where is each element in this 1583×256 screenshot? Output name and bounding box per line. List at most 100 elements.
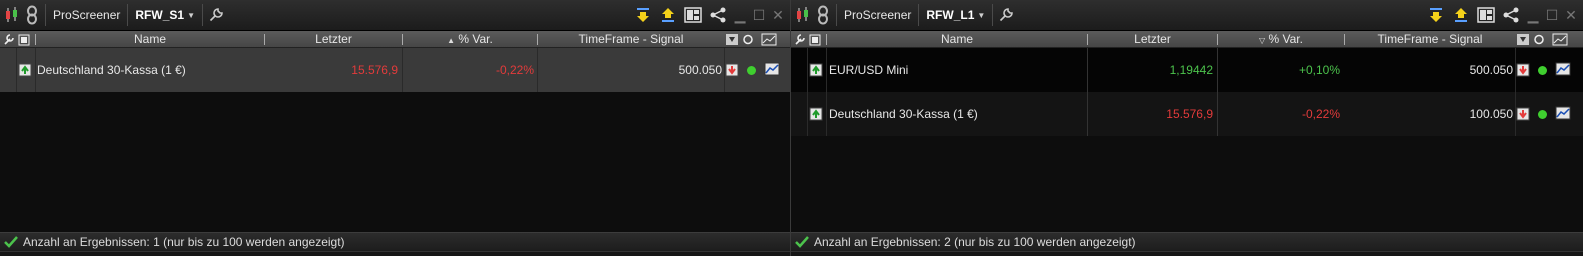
instrument-name: EUR/USD Mini [829, 63, 909, 77]
chart-column-icon[interactable] [760, 31, 782, 48]
grid-line [1087, 48, 1088, 136]
status-dot [747, 66, 756, 75]
signal-value: 500.050 [1469, 63, 1513, 77]
status-bar: Anzahl an Ergebnissen: 1 (nur bis zu 100… [0, 232, 790, 251]
open-chart-icon[interactable] [1554, 48, 1572, 92]
column-header-var[interactable]: ▽ % Var. [1218, 31, 1344, 48]
list-selector[interactable]: RFW_L1 [922, 8, 977, 22]
share-icon[interactable] [707, 4, 729, 26]
select-all-icon[interactable] [17, 31, 33, 48]
close-icon[interactable]: ✕ [1563, 7, 1579, 24]
screener-pane-left: ProScreener RFW_S1 ▼ ▁ ☐ ✕ Name Letzter … [0, 0, 791, 256]
maximize-icon[interactable]: ☐ [751, 7, 767, 24]
candlestick-icon[interactable] [793, 3, 813, 27]
status-dot [1538, 66, 1547, 75]
move-down-icon[interactable] [1425, 4, 1447, 26]
signal-down-icon[interactable] [725, 48, 741, 92]
checkmark-icon [4, 236, 18, 248]
instrument-name: Deutschland 30-Kassa (1 €) [829, 107, 978, 121]
last-price: 1,19442 [1169, 63, 1213, 77]
column-header-signal[interactable]: TimeFrame - Signal [1345, 31, 1515, 48]
pane-toolbar: ProScreener RFW_L1 ▼ ▁ ☐ ✕ [791, 0, 1583, 31]
column-header-last[interactable]: Letzter [1088, 31, 1217, 48]
result-count-text: Anzahl an Ergebnissen: 1 (nur bis zu 100… [23, 235, 345, 249]
link-chain-icon[interactable] [813, 3, 833, 27]
pane-toolbar: ProScreener RFW_S1 ▼ ▁ ☐ ✕ [0, 0, 790, 31]
screener-pane-right: ProScreener RFW_L1 ▼ ▁ ☐ ✕ Name Letzter … [791, 0, 1583, 256]
proscreener-workspace: ProScreener RFW_S1 ▼ ▁ ☐ ✕ Name Letzter … [0, 0, 1583, 256]
toolbar-divider [127, 4, 129, 26]
sort-desc-icon: ▽ [1259, 36, 1266, 45]
table-row[interactable]: Deutschland 30-Kassa (1 €) 15.576,9 -0,2… [0, 48, 790, 92]
minimize-icon[interactable]: ▁ [1525, 7, 1541, 24]
column-header-var[interactable]: ▲ % Var. [403, 31, 537, 48]
grid-line [1515, 48, 1516, 136]
app-brand-label: ProScreener [53, 8, 121, 22]
layout-icon[interactable] [1475, 4, 1497, 26]
last-price: 15.576,9 [1166, 107, 1213, 121]
column-header-last[interactable]: Letzter [265, 31, 402, 48]
grid-line [1217, 48, 1218, 136]
chart-column-icon[interactable] [1551, 31, 1573, 48]
wrench-icon[interactable] [996, 3, 1016, 27]
share-icon[interactable] [1500, 4, 1522, 26]
signal-value: 500.050 [678, 63, 722, 77]
last-price: 15.576,9 [351, 63, 398, 77]
percent-change: -0,22% [495, 63, 534, 77]
table-row[interactable]: EUR/USD Mini 1,19442 +0,10% 500.050 [791, 48, 1583, 92]
column-header-var-label: % Var. [1268, 32, 1303, 46]
list-selector[interactable]: RFW_S1 [131, 8, 187, 22]
column-header-var-label: % Var. [458, 32, 493, 46]
link-chain-icon[interactable] [22, 3, 42, 27]
wrench-icon[interactable] [206, 3, 226, 27]
percent-change: +0,10% [1298, 63, 1340, 77]
select-all-icon[interactable] [808, 31, 824, 48]
layout-icon[interactable] [682, 4, 704, 26]
close-icon[interactable]: ✕ [770, 7, 786, 24]
status-bar: Anzahl an Ergebnissen: 2 (nur bis zu 100… [791, 232, 1583, 251]
checkmark-icon [795, 236, 809, 248]
move-up-icon[interactable] [1450, 4, 1472, 26]
trend-up-icon [809, 92, 825, 136]
grid-line [807, 48, 808, 136]
minimize-icon[interactable]: ▁ [732, 7, 748, 24]
column-settings-icon[interactable] [2, 31, 16, 48]
chevron-down-icon[interactable]: ▼ [187, 11, 195, 20]
grid-line [724, 48, 725, 92]
toolbar-divider [992, 4, 994, 26]
grid-line [402, 48, 403, 92]
app-brand-label: ProScreener [844, 8, 912, 22]
move-down-icon[interactable] [632, 4, 654, 26]
open-chart-icon[interactable] [1554, 92, 1572, 136]
bottom-strip [791, 251, 1583, 256]
signal-down-icon[interactable] [1516, 48, 1532, 92]
trend-up-icon [809, 48, 825, 92]
open-chart-icon[interactable] [763, 48, 781, 92]
grid-line [16, 48, 17, 92]
candlestick-icon[interactable] [2, 3, 22, 27]
status-column-icon[interactable] [1533, 31, 1549, 48]
sort-asc-icon: ▲ [447, 36, 456, 45]
toolbar-divider [45, 4, 46, 26]
maximize-icon[interactable]: ☐ [1544, 7, 1560, 24]
column-header-name[interactable]: Name [827, 31, 1087, 48]
column-settings-icon[interactable] [793, 31, 807, 48]
signal-sort-icon[interactable] [725, 31, 741, 48]
grid-line [537, 48, 538, 92]
column-header-signal[interactable]: TimeFrame - Signal [538, 31, 724, 48]
status-dot [1538, 110, 1547, 119]
column-header-name[interactable]: Name [36, 31, 264, 48]
grid-line [826, 48, 827, 136]
bottom-strip [0, 251, 790, 256]
result-count-text: Anzahl an Ergebnissen: 2 (nur bis zu 100… [814, 235, 1136, 249]
signal-down-icon[interactable] [1516, 92, 1532, 136]
move-up-icon[interactable] [657, 4, 679, 26]
toolbar-divider [918, 4, 920, 26]
chevron-down-icon[interactable]: ▼ [977, 11, 985, 20]
toolbar-divider [836, 4, 837, 26]
table-row[interactable]: Deutschland 30-Kassa (1 €) 15.576,9 -0,2… [791, 92, 1583, 136]
signal-sort-icon[interactable] [1516, 31, 1532, 48]
table-header: Name Letzter ▽ % Var. TimeFrame - Signal [791, 31, 1583, 48]
status-column-icon[interactable] [742, 31, 758, 48]
signal-value: 100.050 [1469, 107, 1513, 121]
